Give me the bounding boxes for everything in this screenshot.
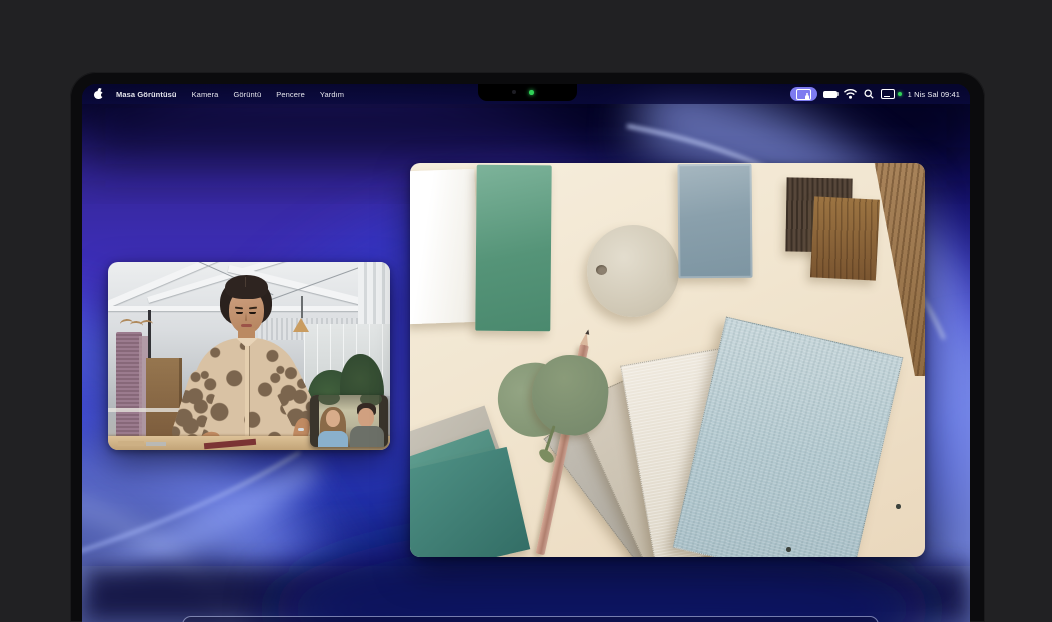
macbook-screen: Masa Görüntüsü Kamera Görüntü Pencere Ya… [82,84,970,622]
menu-app-name[interactable]: Masa Görüntüsü [116,90,177,99]
local-pip-video[interactable] [310,395,388,447]
green-tile-sample [475,165,551,332]
clothes-hanger [140,320,153,330]
menu-pencere[interactable]: Pencere [276,90,305,99]
pip-woman-shirt [318,431,348,447]
pip-man-face [358,408,374,427]
gray-swatch-on-desk [146,442,166,446]
screen-sharing-indicator-pill[interactable] [790,87,817,101]
macbook-bezel: Masa Görüntüsü Kamera Görüntü Pencere Ya… [70,72,985,622]
swatch-grommet [786,547,791,552]
white-sample-board [410,169,480,324]
menu-bar-clock[interactable]: 1 Nis Sal 09:41 [908,90,960,99]
display-notch [478,84,577,101]
participant-hair-front [225,275,268,299]
menu-yardim[interactable]: Yardım [320,90,344,99]
menu-goruntu[interactable]: Görüntü [233,90,261,99]
blue-gray-tile-sample [678,164,753,279]
screen-sharing-icon [796,89,811,100]
search-icon[interactable] [864,89,874,99]
bottom-window-top-edge[interactable] [182,616,879,622]
menu-kamera[interactable]: Kamera [192,90,219,99]
facetime-camera-lens [512,90,516,94]
screen-mirroring-icon[interactable] [881,89,895,99]
battery-icon[interactable] [823,91,837,98]
menu-bar-status-area: 1 Nis Sal 09:41 [790,87,970,101]
apple-logo-bite [101,93,105,97]
silver-ring [298,428,304,431]
pip-man-shirt [350,426,384,447]
pendant-lamp [293,318,309,332]
pendant-cord [301,296,303,318]
felt-disc-sample [587,225,679,317]
brown-wood-sample [810,196,880,280]
tan-swatch-on-desk [118,441,144,446]
camera-active-dot [898,92,902,96]
pip-woman-face [326,410,340,427]
camera-in-use-indicator [529,90,534,95]
video-call-window[interactable] [108,262,390,450]
desk-view-window[interactable] [410,163,925,557]
swatch-grommet [896,504,901,509]
apple-menu-icon[interactable] [94,89,103,99]
wifi-icon[interactable] [844,89,857,99]
